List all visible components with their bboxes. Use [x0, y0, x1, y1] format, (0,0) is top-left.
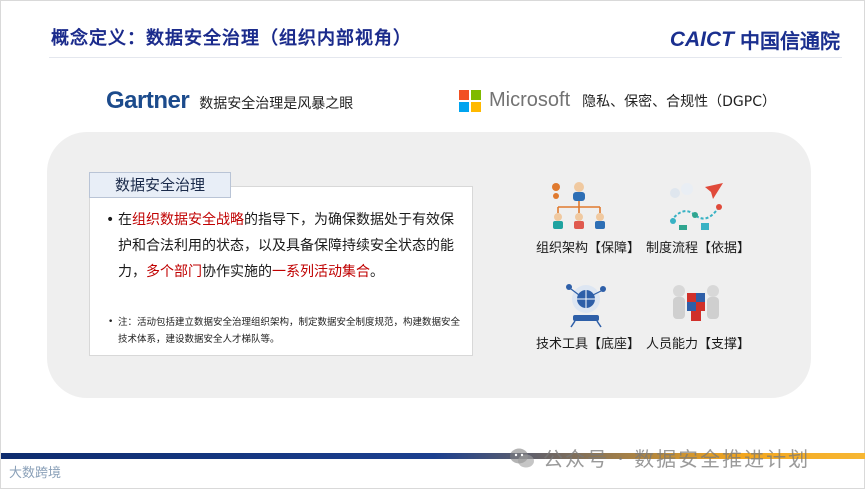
process-icon	[665, 181, 727, 233]
definition-text: • 在组织数据安全战略的指导下，为确保数据处于有效保护和合法利用的状态，以及具备…	[106, 207, 458, 285]
people-puzzle-icon	[665, 277, 727, 329]
pillar-label: 人员能力【支撑】	[646, 337, 751, 352]
definition-text-part: 在	[118, 212, 132, 228]
caict-logo: CAICT 中国信通院	[670, 25, 840, 54]
pillar-label: 制度流程【依据】	[646, 241, 751, 256]
definition-note: • 注：活动包括建立数据安全治理组织架构，制定数据安全制度规范，构建数据安全技术…	[108, 314, 463, 348]
microsoft-logo-text: Microsoft	[489, 89, 571, 111]
microsoft-logo-icon	[459, 89, 481, 112]
pillar-label: 组织架构【保障】	[536, 241, 641, 256]
slide: 概念定义：数据安全治理（组织内部视角） CAICT 中国信通院 Gartner …	[0, 0, 865, 489]
footer-brand: 大数跨境	[9, 466, 62, 481]
gartner-logo: Gartner	[106, 87, 190, 114]
definition-text-part: 。	[370, 264, 384, 280]
pillar-label: 技术工具【底座】	[536, 337, 641, 352]
definition-text-part: 协作实施的	[202, 264, 272, 280]
page-title: 概念定义：数据安全治理（组织内部视角）	[51, 28, 412, 49]
microsoft-source: Microsoft 隐私、保密、合规性（DGPC）	[459, 89, 776, 112]
watermark: 公众号 · 数据安全推进计划	[509, 443, 810, 472]
tech-tool-icon	[555, 277, 617, 329]
watermark-text: 公众号 · 数据安全推进计划	[543, 447, 811, 471]
title-divider	[49, 57, 842, 58]
org-chart-icon	[548, 181, 610, 233]
definition-highlight: 一系列活动集合	[272, 264, 370, 280]
definition-title: 数据安全治理	[89, 172, 231, 198]
pillar-org: 组织架构【保障】	[536, 181, 641, 256]
wechat-icon	[509, 447, 535, 469]
caict-logo-mark: CAICT	[669, 27, 734, 51]
pillar-people: 人员能力【支撑】	[646, 277, 751, 352]
definition-highlight: 组织数据安全战略	[132, 212, 244, 228]
pillar-tech: 技术工具【底座】	[536, 277, 641, 352]
microsoft-quote: 隐私、保密、合规性（DGPC）	[582, 93, 776, 110]
gartner-source: Gartner 数据安全治理是风暴之眼	[106, 87, 353, 115]
definition-highlight: 多个部门	[146, 264, 202, 280]
caict-logo-cn: 中国信通院	[740, 29, 840, 53]
bullet-icon: •	[108, 317, 114, 327]
definition-note-text: 注：活动包括建立数据安全治理组织架构，制定数据安全制度规范，构建数据安全技术体系…	[118, 317, 461, 345]
pillar-process: 制度流程【依据】	[646, 181, 751, 256]
gartner-quote: 数据安全治理是风暴之眼	[199, 96, 354, 112]
bullet-icon: •	[106, 212, 115, 228]
